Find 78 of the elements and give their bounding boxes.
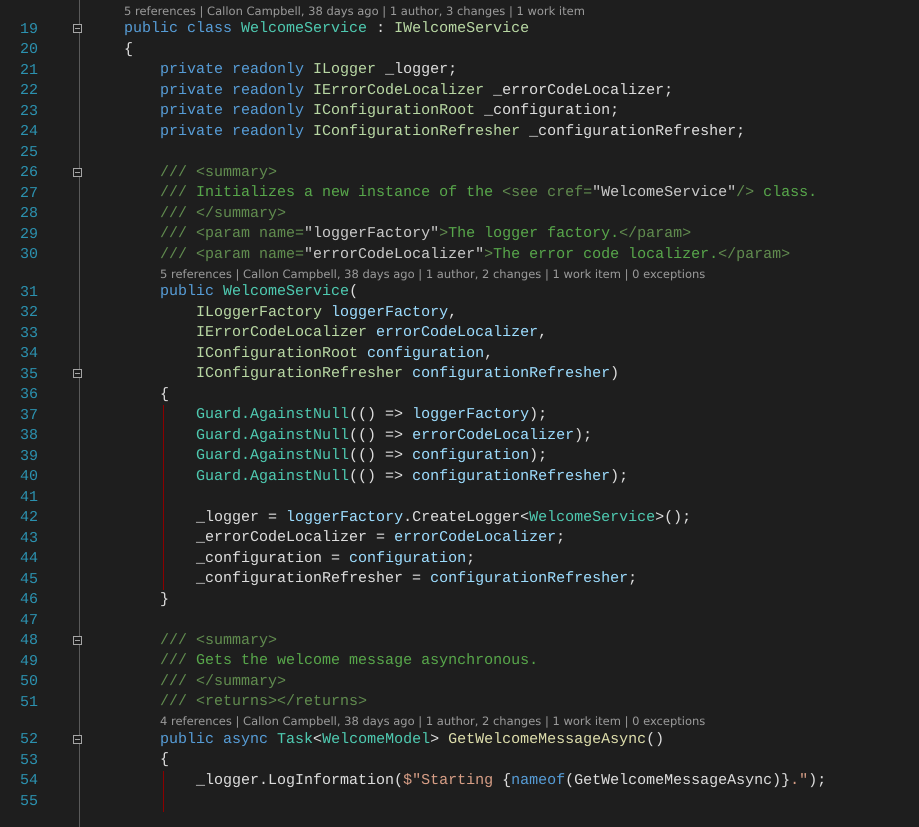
line-number: 29 bbox=[18, 226, 38, 243]
line-number: 47 bbox=[18, 612, 38, 629]
line-number: 53 bbox=[18, 752, 38, 769]
line-number: 34 bbox=[18, 345, 38, 362]
code-line: /// <param name="loggerFactory">The logger factory.</param> bbox=[159, 224, 692, 244]
code-line: public class WelcomeService : IWelcomeService bbox=[123, 19, 530, 40]
code-line: /// </summary> bbox=[159, 204, 286, 224]
code-line: /// <summary> bbox=[159, 162, 278, 183]
code-line: IConfigurationRoot configuration, bbox=[195, 344, 494, 364]
code-line: /// Gets the welcome message asynchronous. bbox=[159, 651, 538, 672]
line-number: 24 bbox=[18, 123, 38, 140]
collapse-icon[interactable] bbox=[73, 24, 82, 33]
line-number: 37 bbox=[18, 406, 38, 424]
line-number: 21 bbox=[18, 62, 38, 79]
code-line: /// </summary> bbox=[159, 672, 286, 692]
code-line: Guard.AgainstNull(() => configurationRefresher); bbox=[195, 466, 628, 487]
line-number: 20 bbox=[18, 41, 38, 58]
line-number: 55 bbox=[18, 792, 38, 810]
collapse-icon[interactable] bbox=[73, 168, 82, 176]
line-number: 54 bbox=[18, 772, 38, 790]
code-line: _configuration = configuration; bbox=[195, 548, 476, 569]
code-line: /// <returns></returns> bbox=[159, 692, 368, 712]
code-line: private readonly IConfigurationRefresher _configurationRefresher; bbox=[159, 122, 746, 142]
code-line: IConfigurationRefresher configurationRefresher) bbox=[195, 364, 620, 384]
line-number: 38 bbox=[18, 427, 38, 444]
line-number: 41 bbox=[18, 488, 38, 506]
line-number: 46 bbox=[18, 591, 38, 608]
line-number: 44 bbox=[18, 550, 38, 568]
code-line: public WelcomeService( bbox=[159, 282, 358, 302]
code-line: private readonly IConfigurationRoot _configuration; bbox=[159, 101, 620, 122]
line-number: 42 bbox=[18, 509, 38, 526]
line-number: 22 bbox=[18, 82, 38, 100]
code-line: _configurationRefresher = configurationRefresher; bbox=[195, 569, 638, 590]
code-line: /// <summary> bbox=[159, 630, 278, 651]
line-number: 52 bbox=[18, 731, 38, 748]
code-line: { bbox=[159, 384, 170, 405]
line-number: 50 bbox=[18, 673, 38, 690]
code-line: ILoggerFactory loggerFactory, bbox=[195, 302, 458, 323]
code-line: private readonly IErrorCodeLocalizer _errorCodeLocalizer; bbox=[159, 80, 674, 101]
code-line: Guard.AgainstNull(() => loggerFactory); bbox=[195, 405, 548, 426]
line-number: 51 bbox=[18, 694, 38, 711]
code-line: Guard.AgainstNull(() => configuration); bbox=[195, 446, 548, 466]
code-line: _errorCodeLocalizer = errorCodeLocalizer; bbox=[195, 528, 566, 548]
collapse-icon[interactable] bbox=[73, 369, 82, 378]
line-number: 43 bbox=[18, 530, 38, 547]
line-number: 30 bbox=[18, 246, 38, 264]
code-line: public async Task<WelcomeModel> GetWelcomeMessageAsync() bbox=[159, 730, 664, 750]
line-number: 25 bbox=[18, 144, 38, 161]
line-number: 40 bbox=[18, 468, 38, 486]
code-line: Guard.AgainstNull(() => errorCodeLocalizer); bbox=[195, 426, 592, 446]
collapse-icon[interactable] bbox=[73, 636, 82, 644]
line-number: 39 bbox=[18, 448, 38, 465]
line-number: 31 bbox=[18, 284, 38, 301]
code-line: _logger = loggerFactory.CreateLogger<WelcomeService>(); bbox=[195, 508, 692, 528]
code-line: IErrorCodeLocalizer errorCodeLocalizer, bbox=[195, 323, 548, 344]
line-number: 23 bbox=[18, 102, 38, 120]
line-number: 28 bbox=[18, 205, 38, 222]
line-number: 32 bbox=[18, 304, 38, 322]
codelens-info[interactable]: 5 references | Callon Campbell, 38 days ago | 1 author, 3 changes | 1 work item bbox=[124, 4, 585, 18]
code-line: private readonly ILogger _logger; bbox=[159, 60, 458, 80]
line-number: 35 bbox=[18, 366, 38, 383]
line-number: 36 bbox=[18, 386, 38, 404]
line-number: 27 bbox=[18, 184, 38, 202]
line-number: 49 bbox=[18, 652, 38, 670]
collapse-icon[interactable] bbox=[73, 734, 82, 744]
code-line: } bbox=[159, 590, 170, 610]
code-line: { bbox=[123, 40, 134, 60]
code-line: { bbox=[159, 750, 170, 770]
line-number: 33 bbox=[18, 324, 38, 342]
codelens-info[interactable]: 5 references | Callon Campbell, 38 days ago | 1 author, 2 changes | 1 work item | 0 exceptions bbox=[160, 266, 706, 280]
code-line: _logger.LogInformation($"Starting {nameof(GetWelcomeMessageAsync)}."); bbox=[195, 770, 826, 791]
line-number: 26 bbox=[18, 164, 38, 182]
line-number: 48 bbox=[18, 632, 38, 650]
code-line: /// <param name="errorCodeLocalizer">The error code localizer.</param> bbox=[159, 244, 790, 265]
codelens-info[interactable]: 4 references | Callon Campbell, 38 days ago | 1 author, 2 changes | 1 work item | 0 exceptions bbox=[160, 714, 706, 728]
code-line: /// Initializes a new instance of the <see cref="WelcomeService"/> class. bbox=[159, 183, 818, 204]
line-number: 19 bbox=[18, 20, 38, 38]
line-number: 45 bbox=[18, 570, 38, 588]
